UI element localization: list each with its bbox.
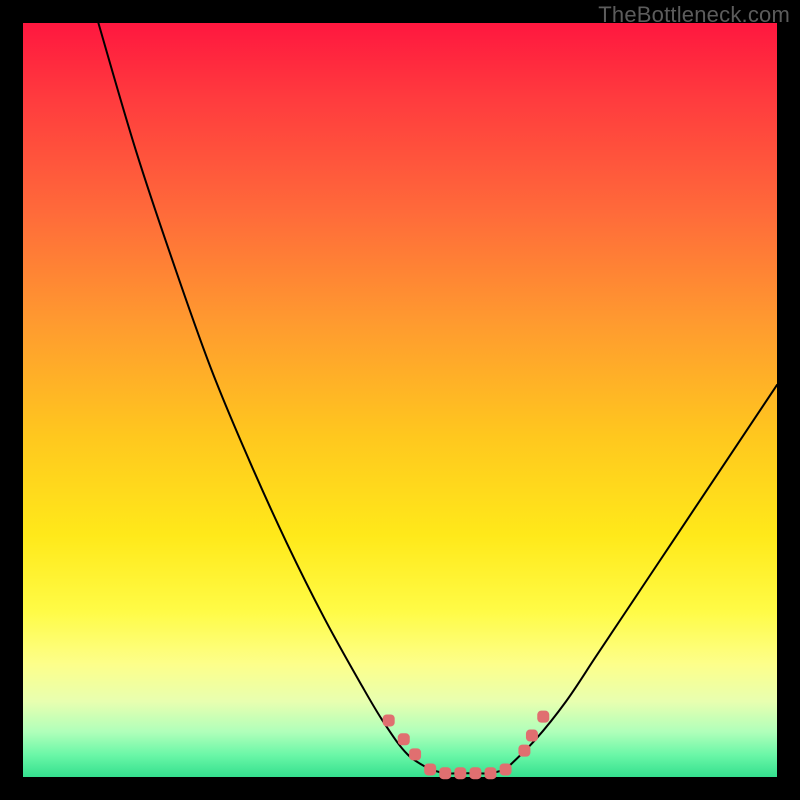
valley-marker — [484, 767, 496, 779]
valley-marker — [518, 745, 530, 757]
valley-marker — [526, 730, 538, 742]
valley-marker — [500, 763, 512, 775]
valley-markers — [383, 711, 550, 780]
watermark-text: TheBottleneck.com — [598, 2, 790, 28]
curve-path — [98, 23, 777, 774]
plot-area — [23, 23, 777, 777]
valley-marker — [383, 714, 395, 726]
valley-marker — [439, 767, 451, 779]
valley-marker — [469, 767, 481, 779]
valley-marker — [454, 767, 466, 779]
bottleneck-curve — [98, 23, 777, 774]
curve-layer — [23, 23, 777, 777]
chart-frame: TheBottleneck.com — [0, 0, 800, 800]
valley-marker — [424, 763, 436, 775]
valley-marker — [398, 733, 410, 745]
valley-marker — [537, 711, 549, 723]
valley-marker — [409, 748, 421, 760]
